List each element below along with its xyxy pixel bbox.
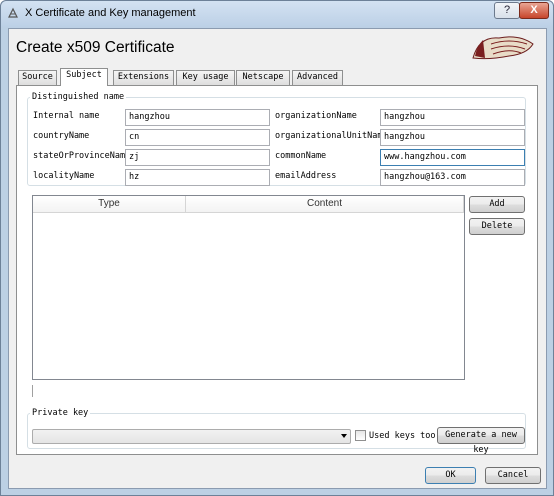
organizational-unit-name-label: organizationalUnitName xyxy=(275,131,388,141)
distinguished-name-label: Distinguished name xyxy=(30,92,127,102)
locality-name-field[interactable]: hz xyxy=(125,169,270,186)
generate-key-button[interactable]: Generate a new key xyxy=(437,427,525,455)
country-name-field[interactable]: cn xyxy=(125,129,270,146)
used-keys-label[interactable]: Used keys too xyxy=(369,431,436,441)
email-address-field[interactable]: hangzhou@163.com xyxy=(380,169,525,186)
help-button[interactable]: ? xyxy=(494,2,520,19)
common-name-label: commonName xyxy=(275,151,327,161)
tab-source[interactable]: Source xyxy=(18,70,57,85)
cancel-button[interactable]: Cancel xyxy=(485,467,541,484)
state-or-province-name-field[interactable]: zj xyxy=(125,149,270,166)
organizational-unit-name-field[interactable]: hangzhou xyxy=(380,129,525,146)
logo-icon xyxy=(472,36,534,60)
tab-extensions[interactable]: Extensions xyxy=(113,70,174,85)
internal-name-field[interactable]: hangzhou xyxy=(125,109,270,126)
country-name-label: countryName xyxy=(33,131,90,141)
tab-subject[interactable]: Subject xyxy=(60,68,108,86)
organization-name-label: organizationName xyxy=(275,111,357,121)
chevron-down-icon xyxy=(341,434,347,438)
tab-netscape[interactable]: Netscape xyxy=(236,70,290,85)
organization-name-field[interactable]: hangzhou xyxy=(380,109,525,126)
column-header-type[interactable]: Type xyxy=(33,196,186,213)
delete-button[interactable]: Delete xyxy=(469,218,525,235)
locality-name-label: localityName xyxy=(33,171,95,181)
window-title: X Certificate and Key management xyxy=(25,7,196,19)
window: X Certificate and Key management ? X Cre… xyxy=(0,0,554,496)
divider xyxy=(32,385,525,386)
divider xyxy=(32,190,525,191)
email-address-label: emailAddress xyxy=(275,171,337,181)
page-title: Create x509 Certificate xyxy=(16,39,175,56)
used-keys-checkbox[interactable] xyxy=(355,430,366,441)
private-key-label: Private key xyxy=(30,408,91,418)
private-key-select[interactable] xyxy=(32,429,351,444)
app-icon xyxy=(8,7,18,18)
internal-name-label: Internal name xyxy=(33,111,100,121)
state-or-province-name-label: stateOrProvinceName xyxy=(33,151,131,161)
column-header-content[interactable]: Content xyxy=(186,196,464,213)
close-button[interactable]: X xyxy=(519,2,549,19)
tab-key-usage[interactable]: Key usage xyxy=(176,70,235,85)
extra-fields-table[interactable]: Type Content xyxy=(32,195,465,380)
subject-tab-pane: Distinguished name Internal name hangzho… xyxy=(16,85,538,455)
dialog-body: Create x509 Certificate Source Subject E… xyxy=(8,28,547,489)
common-name-field[interactable]: www.hangzhou.com xyxy=(380,149,525,166)
ok-button[interactable]: OK xyxy=(425,467,476,484)
divider xyxy=(32,385,33,397)
tab-advanced[interactable]: Advanced xyxy=(292,70,343,85)
title-bar[interactable]: X Certificate and Key management ? X xyxy=(1,1,553,27)
add-button[interactable]: Add xyxy=(469,196,525,213)
